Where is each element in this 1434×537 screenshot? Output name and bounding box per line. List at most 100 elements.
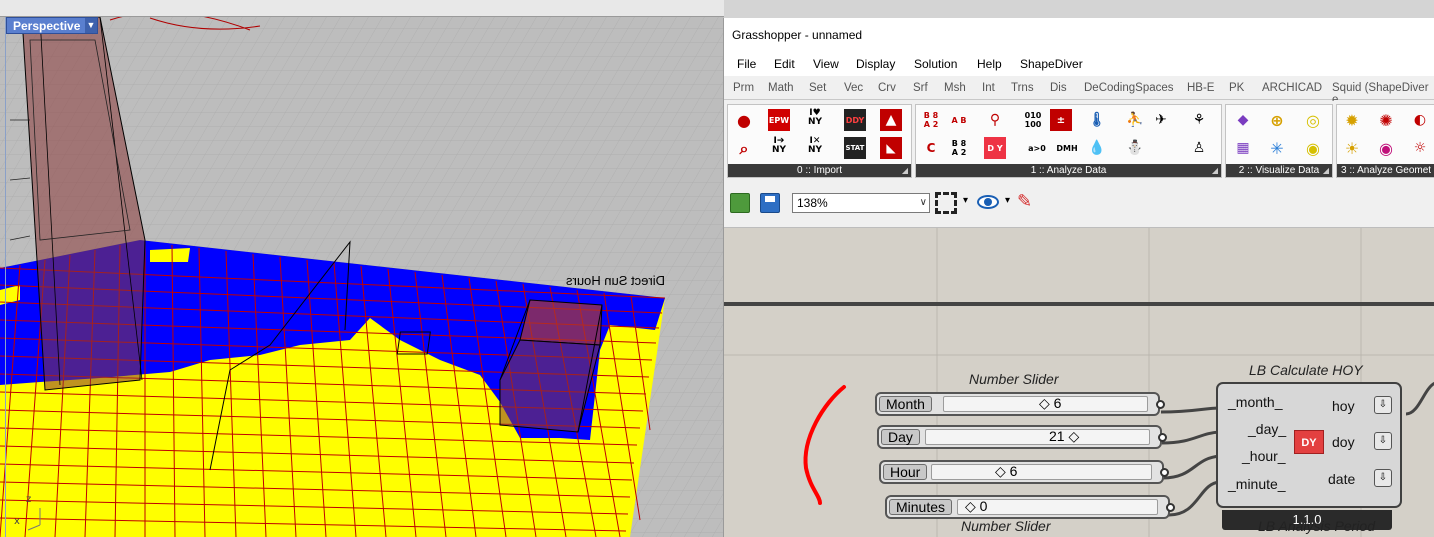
viewport-name-tab[interactable]: Perspective ▼ <box>6 17 98 34</box>
tab-int[interactable]: Int <box>982 82 995 94</box>
bar-chart-icon[interactable]: ▦ <box>1232 137 1254 159</box>
slider-handle-icon[interactable]: ◇ <box>1039 395 1054 411</box>
panel-label-import[interactable]: 0 :: Import ◢ <box>728 164 911 177</box>
humidity-icon[interactable]: 💧 <box>1086 137 1108 159</box>
open-file-icon[interactable] <box>730 193 750 213</box>
menu-view[interactable]: View <box>813 57 839 71</box>
panel-label-analyze-geometry[interactable]: 3 :: Analyze Geomet <box>1337 164 1434 177</box>
menu-edit[interactable]: Edit <box>774 57 795 71</box>
binary-icon[interactable]: 010 100 <box>1022 109 1044 131</box>
input-month[interactable]: _month_ <box>1228 394 1282 410</box>
dmh-icon[interactable]: DMH <box>1052 137 1082 159</box>
minutes-output-port[interactable] <box>1166 503 1175 512</box>
slider-handle-icon[interactable]: ◇ <box>965 498 980 514</box>
tab-prm[interactable]: Prm <box>733 82 754 94</box>
tab-msh[interactable]: Msh <box>944 82 966 94</box>
b8a2-icon[interactable]: B 8 A 2 <box>948 137 970 159</box>
person-run-icon[interactable]: ✈ <box>1150 109 1172 131</box>
zoom-menu-arrow-icon[interactable]: ▾ <box>963 195 968 206</box>
output-hoy[interactable]: hoy <box>1332 398 1355 414</box>
input-day[interactable]: _day_ <box>1248 421 1286 437</box>
filter-icon[interactable]: ⚲ <box>984 109 1006 131</box>
export-icon[interactable]: ◣ <box>880 137 902 159</box>
slider-handle-icon[interactable]: ◇ <box>1065 428 1079 444</box>
minutes-slider[interactable]: Minutes ◇ 0 <box>885 495 1175 519</box>
menu-display[interactable]: Display <box>856 57 895 71</box>
day-slider-value[interactable]: 21 ◇ <box>1049 428 1079 445</box>
view-icon[interactable]: ◐ <box>1409 109 1431 131</box>
month-slider[interactable]: Month ◇ 6 <box>875 392 1165 416</box>
zoom-extents-icon[interactable] <box>935 192 957 214</box>
import-ddy-icon[interactable]: DDY <box>844 109 866 131</box>
i-love-ny-icon[interactable]: I♥ NY <box>804 107 826 129</box>
tab-vec[interactable]: Vec <box>844 82 863 94</box>
output-doy[interactable]: doy <box>1332 434 1355 450</box>
circles-icon[interactable]: ◎ <box>1302 109 1324 131</box>
person-chart-icon[interactable]: ⛹ <box>1124 109 1146 131</box>
sun-icon[interactable]: ✹ <box>1341 109 1363 131</box>
glare-icon[interactable]: ☼ <box>1409 137 1431 159</box>
hour-output-port[interactable] <box>1160 468 1169 477</box>
arrows-in-icon[interactable]: ✳ <box>1266 137 1288 159</box>
sun-hours-icon[interactable]: ☀ <box>1341 137 1363 159</box>
3d-chart-icon[interactable]: ◆ <box>1232 109 1254 131</box>
preview-eye-icon[interactable] <box>977 195 999 209</box>
day-output-port[interactable] <box>1158 433 1167 442</box>
a-gt-0-icon[interactable]: a>0 <box>1022 137 1052 159</box>
slider-handle-icon[interactable]: ◇ <box>995 463 1010 479</box>
rhino-viewport[interactable]: Direct Sun Hours Perspective ▼ z x <box>0 0 724 537</box>
import-epw-icon[interactable]: EPW <box>768 109 790 131</box>
tab-decodingspaces[interactable]: DeCodingSpaces <box>1084 82 1174 94</box>
viewport-menu-arrow-icon[interactable]: ▼ <box>85 18 97 33</box>
download-weather-icon[interactable]: ▲ <box>880 109 902 131</box>
tab-math[interactable]: Math <box>768 82 794 94</box>
radiation-icon[interactable]: ✺ <box>1375 109 1397 131</box>
panel-label-analyze-data[interactable]: 1 :: Analyze Data ◢ <box>916 164 1221 177</box>
import-stat-icon[interactable]: STAT <box>844 137 866 159</box>
i-arrow-ny-icon[interactable]: I➔ NY <box>768 135 790 157</box>
tab-crv[interactable]: Crv <box>878 82 896 94</box>
ab-icon[interactable]: A B <box>948 109 970 131</box>
hour-slider-track[interactable] <box>931 464 1152 480</box>
tab-trns[interactable]: Trns <box>1011 82 1034 94</box>
dy-icon[interactable]: D Y <box>984 137 1006 159</box>
tab-archicad[interactable]: ARCHICAD <box>1262 82 1322 94</box>
tab-pk[interactable]: PK <box>1229 82 1244 94</box>
hour-slider-value[interactable]: ◇ 6 <box>995 463 1017 480</box>
input-minute[interactable]: _minute_ <box>1228 476 1286 492</box>
month-slider-value[interactable]: ◇ 6 <box>1039 395 1061 412</box>
doy-flatten-icon[interactable]: ⇩ <box>1374 432 1392 450</box>
menu-file[interactable]: File <box>737 57 756 71</box>
menu-shapediver[interactable]: ShapeDiver <box>1020 57 1083 71</box>
preview-menu-arrow-icon[interactable]: ▾ <box>1005 195 1010 206</box>
person-wind-icon[interactable]: ⛄ <box>1124 137 1146 159</box>
search-icon[interactable]: ⌕ <box>733 137 755 159</box>
thermometer-icon[interactable]: 🌡 <box>1086 109 1108 131</box>
menu-solution[interactable]: Solution <box>914 57 957 71</box>
day-slider[interactable]: Day 21 ◇ <box>877 425 1167 449</box>
month-output-port[interactable] <box>1156 400 1165 409</box>
sunpath-icon[interactable]: ⊕ <box>1266 109 1288 131</box>
eye-icon[interactable]: ◉ <box>1375 137 1397 159</box>
c-icon[interactable]: C <box>920 137 942 159</box>
arithmetic-icon[interactable]: B 8 A 2 <box>920 109 942 131</box>
lb-calculate-hoy-component[interactable]: _month_ _day_ _hour_ _minute_ DY hoy doy… <box>1216 382 1402 508</box>
tab-srf[interactable]: Srf <box>913 82 928 94</box>
minutes-slider-value[interactable]: ◇ 0 <box>965 498 987 515</box>
target-icon[interactable]: ◉ <box>1302 137 1324 159</box>
i-x-ny-icon[interactable]: I✕ NY <box>804 135 826 157</box>
panel-label-visualize-data[interactable]: 2 :: Visualize Data ◢ <box>1226 164 1332 177</box>
person-stand-icon[interactable]: ♙ <box>1188 137 1210 159</box>
grasshopper-canvas[interactable]: Number Slider Month ◇ 6 Day 21 ◇ Hour ◇ … <box>724 228 1434 537</box>
tab-hb-e[interactable]: HB-E <box>1187 82 1214 94</box>
date-flatten-icon[interactable]: ⇩ <box>1374 469 1392 487</box>
menu-help[interactable]: Help <box>977 57 1002 71</box>
hour-slider[interactable]: Hour ◇ 6 <box>879 460 1169 484</box>
tab-dis[interactable]: Dis <box>1050 82 1067 94</box>
ladybug-icon[interactable]: ● <box>733 109 755 131</box>
chevron-down-icon[interactable]: ∨ <box>920 194 927 212</box>
hoy-flatten-icon[interactable]: ⇩ <box>1374 396 1392 414</box>
zoom-level-select[interactable]: 138% ∨ <box>792 193 930 213</box>
math-ops-icon[interactable]: ± <box>1050 109 1072 131</box>
output-date[interactable]: date <box>1328 471 1355 487</box>
